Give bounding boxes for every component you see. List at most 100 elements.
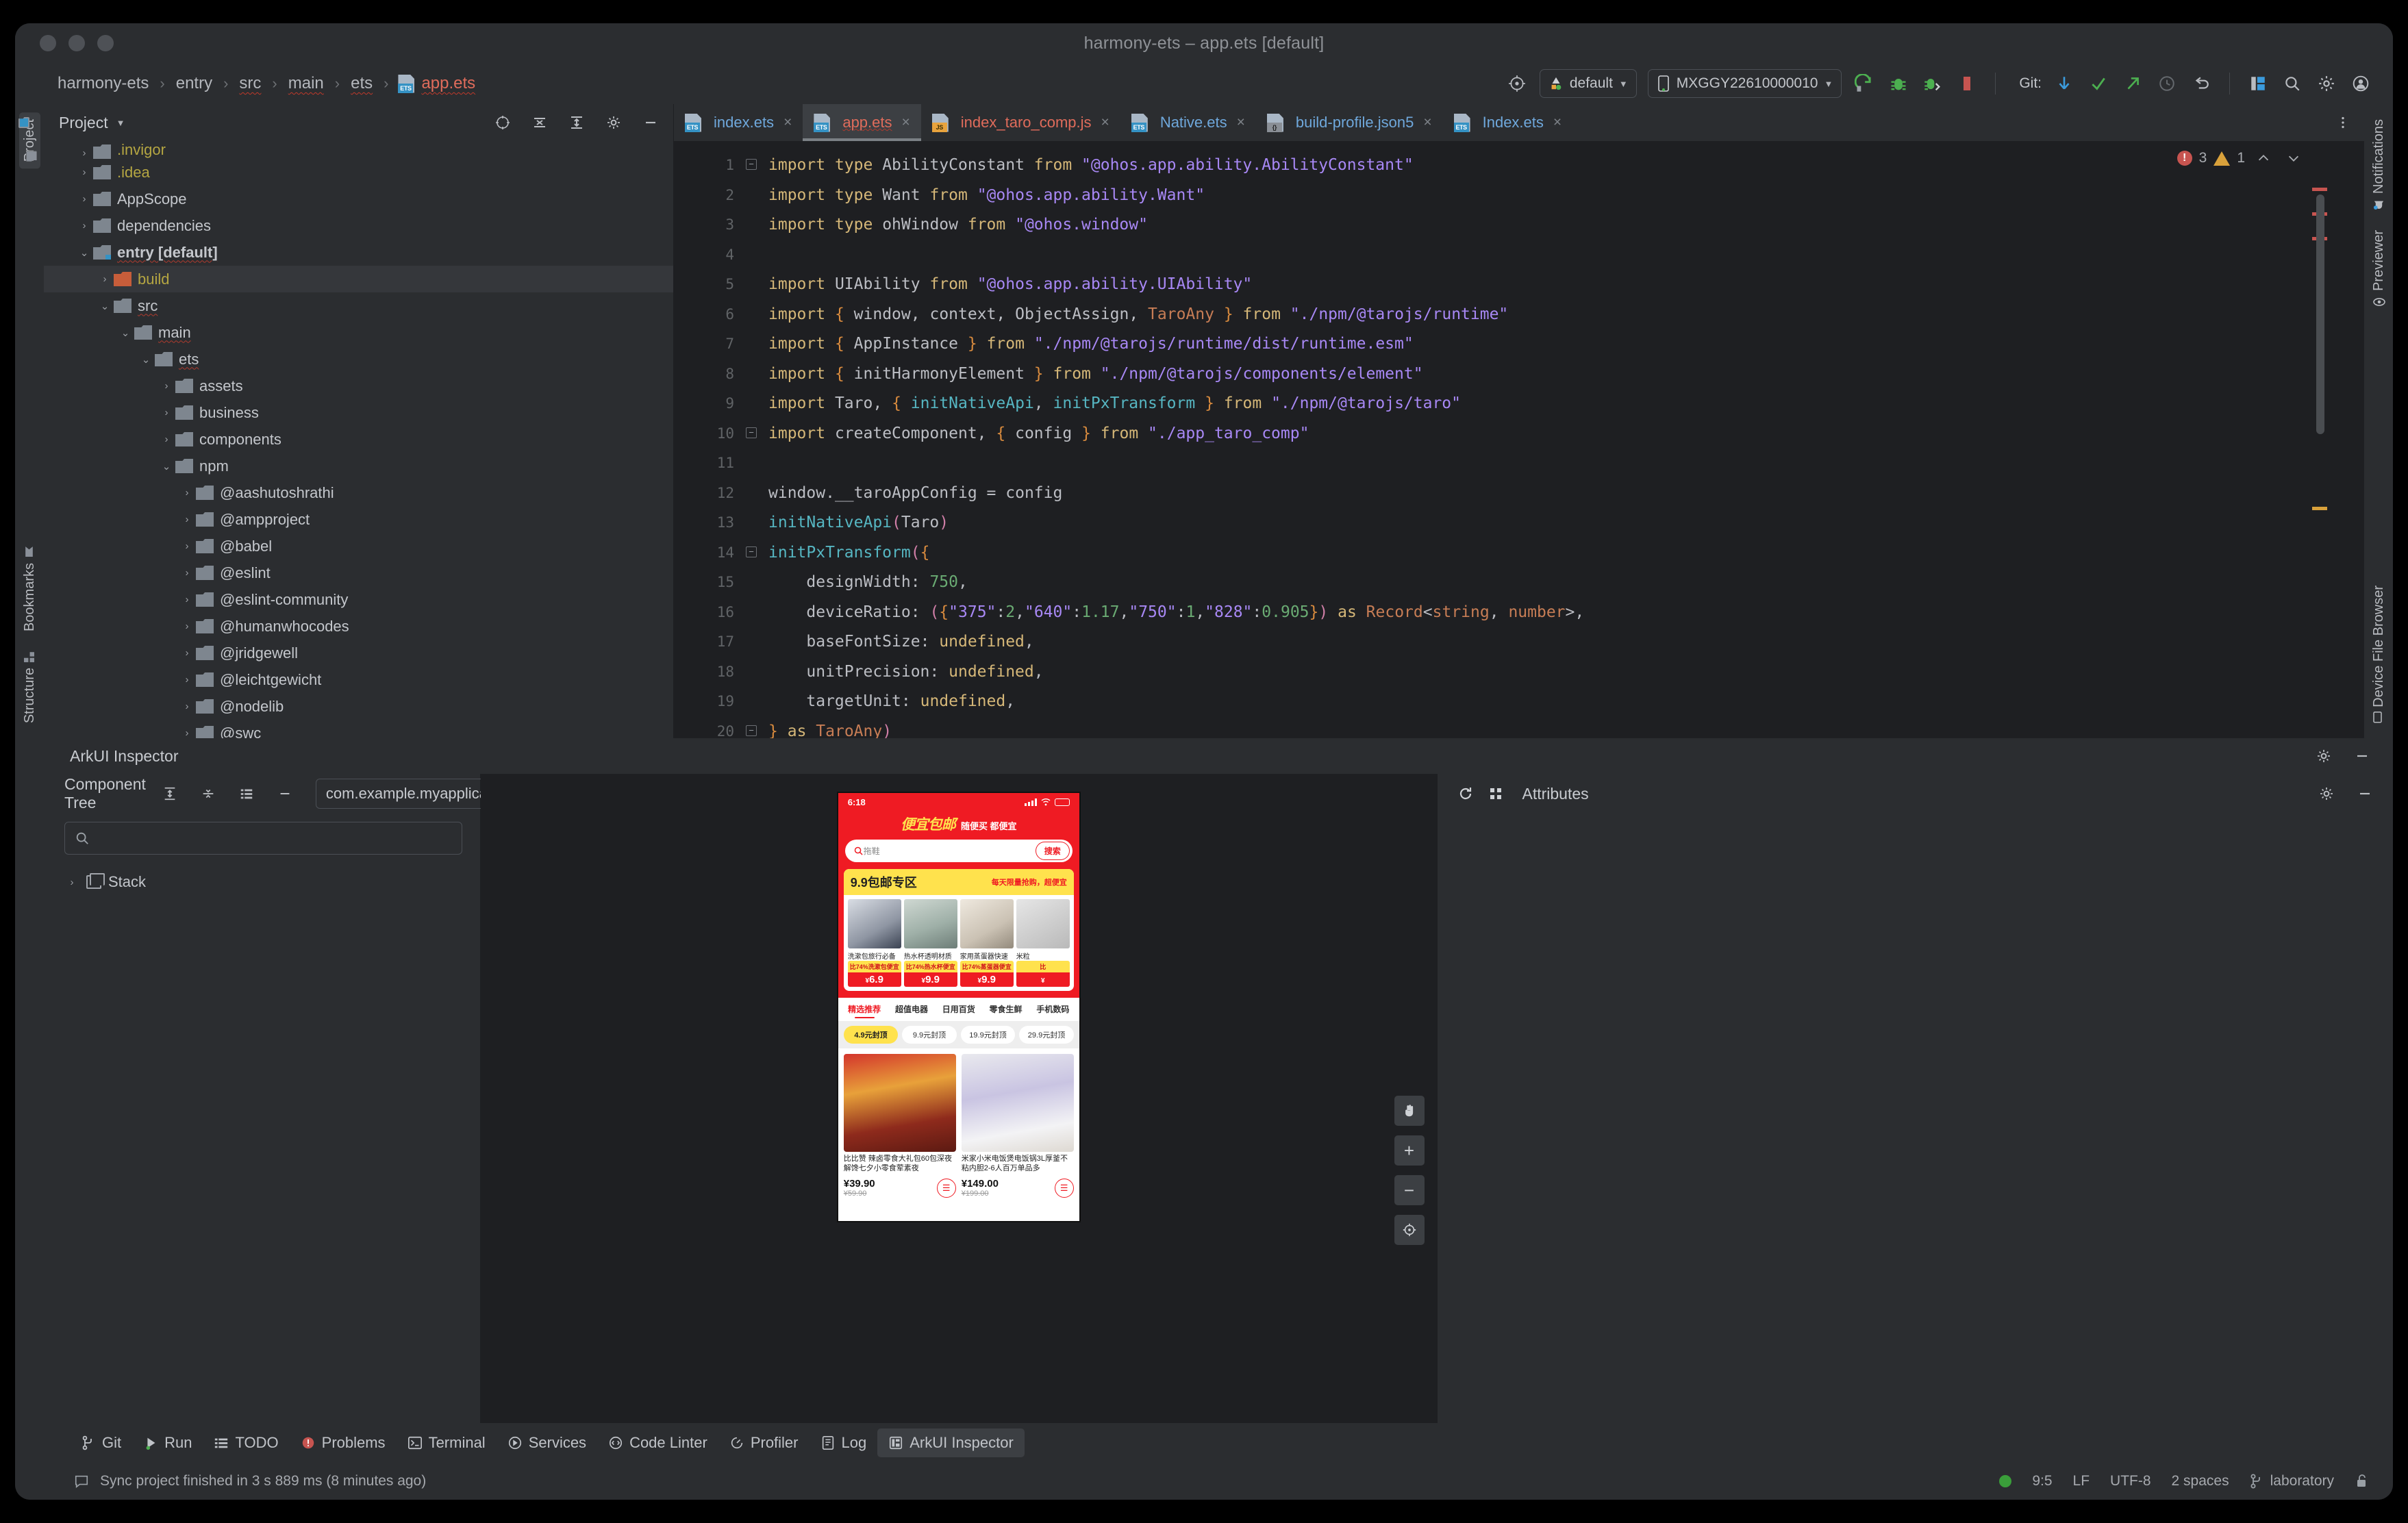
encoding[interactable]: UTF-8 bbox=[2110, 1473, 2151, 1489]
sidebar-item-notifications[interactable]: Notifications bbox=[2368, 112, 2390, 216]
close-tab-icon[interactable]: × bbox=[1423, 114, 1431, 131]
canvas-zoom-controls[interactable]: + − bbox=[1394, 1096, 1425, 1245]
attach-debugger-icon[interactable] bbox=[1921, 72, 1944, 95]
chevron-down-icon[interactable]: ⌄ bbox=[118, 327, 133, 339]
tree-item[interactable]: ›@jridgewell bbox=[44, 640, 673, 666]
tree-item[interactable]: ›assets bbox=[44, 373, 673, 399]
sidebar-item-previewer[interactable]: Previewer bbox=[2368, 223, 2390, 314]
message-icon[interactable] bbox=[70, 1470, 93, 1493]
editor-tab[interactable]: ETSNative.ets× bbox=[1120, 104, 1256, 141]
tree-item[interactable]: ›@leichtgewicht bbox=[44, 666, 673, 693]
close-tab-icon[interactable]: × bbox=[1237, 114, 1245, 131]
bottom-bar-item-run[interactable]: Run bbox=[132, 1428, 203, 1457]
tree-item-stack[interactable]: › Stack bbox=[15, 868, 480, 896]
preview-canvas[interactable]: 6:18 便宜包邮 随便买 都便宜 bbox=[481, 774, 1437, 1423]
editor-tab[interactable]: ETSIndex.ets× bbox=[1443, 104, 1573, 141]
preview-price-chip[interactable]: 9.9元封顶 bbox=[902, 1026, 957, 1044]
bottom-tool-bar[interactable]: GitRunTODOProblemsTerminalServicesCode L… bbox=[15, 1423, 2393, 1463]
fold-toggle[interactable]: − bbox=[746, 725, 757, 736]
list-icon[interactable] bbox=[235, 782, 258, 805]
tree-item[interactable]: ›@swc bbox=[44, 720, 673, 738]
editor-tab[interactable]: ETSindex.ets× bbox=[674, 104, 803, 141]
tree-item[interactable]: ›@aashutoshrathi bbox=[44, 479, 673, 506]
tree-item[interactable]: ⌄ets bbox=[44, 346, 673, 373]
preview-category-tab[interactable]: 超值电器 bbox=[895, 1003, 928, 1018]
chevron-right-icon[interactable]: › bbox=[179, 674, 195, 685]
add-to-cart-button[interactable]: ☰ bbox=[1055, 1179, 1074, 1198]
search-icon[interactable] bbox=[2281, 72, 2304, 95]
preview-price-chip[interactable]: 4.9元封顶 bbox=[844, 1026, 899, 1044]
gear-icon[interactable] bbox=[2315, 782, 2338, 805]
fold-toggle[interactable]: − bbox=[746, 427, 757, 438]
expand-icon[interactable] bbox=[565, 111, 588, 134]
component-tree-rows[interactable]: › Stack bbox=[15, 855, 480, 896]
preview-category-tabs[interactable]: 精选推荐超值电器日用百货零食生鲜手机数码 bbox=[838, 998, 1079, 1021]
chevron-down-icon[interactable] bbox=[2282, 147, 2305, 170]
editor-tab-bar[interactable]: ETSindex.ets×ETSapp.ets×JSindex_taro_com… bbox=[674, 104, 2364, 141]
minimize-icon[interactable] bbox=[2353, 782, 2376, 805]
editor-tab[interactable]: JSindex_taro_comp.js× bbox=[921, 104, 1120, 141]
bottom-bar-item-git[interactable]: Git bbox=[70, 1428, 132, 1457]
tree-item[interactable]: ›@ampproject bbox=[44, 506, 673, 533]
chevron-down-icon[interactable]: ⌄ bbox=[138, 353, 153, 366]
fit-icon[interactable] bbox=[1394, 1215, 1425, 1245]
chevron-right-icon[interactable]: › bbox=[159, 433, 174, 445]
zone-product-item[interactable]: 米粒比¥ bbox=[1016, 899, 1070, 987]
chevron-right-icon[interactable]: › bbox=[179, 647, 195, 659]
tree-item[interactable]: ›@eslint bbox=[44, 559, 673, 586]
zone-product-item[interactable]: 热水杯透明材质比74%热水杯便宜¥9.9 bbox=[904, 899, 957, 987]
chevron-down-icon[interactable]: ⌄ bbox=[97, 300, 112, 312]
account-icon[interactable] bbox=[2349, 72, 2372, 95]
sidebar-item-structure[interactable]: Structure bbox=[19, 645, 40, 730]
chevron-right-icon[interactable]: › bbox=[179, 727, 195, 738]
tree-item[interactable]: ⌄npm bbox=[44, 453, 673, 479]
component-search-field[interactable] bbox=[64, 822, 462, 855]
run-icon[interactable] bbox=[1853, 72, 1876, 95]
chevron-right-icon[interactable]: › bbox=[159, 380, 174, 392]
tree-item[interactable]: ›.idea bbox=[44, 159, 673, 186]
breadcrumb-item-3[interactable]: main bbox=[287, 74, 325, 93]
git-history-icon[interactable] bbox=[2155, 72, 2179, 95]
add-to-cart-button[interactable]: ☰ bbox=[937, 1179, 956, 1198]
chevron-right-icon[interactable]: › bbox=[179, 701, 195, 712]
preview-price-chip[interactable]: 19.9元封顶 bbox=[961, 1026, 1016, 1044]
chevron-right-icon[interactable]: › bbox=[179, 514, 195, 525]
preview-product-card[interactable]: 米家小米电饭煲电饭锅3L厚釜不粘内胆2-6人百万单品多¥149.00¥199.0… bbox=[962, 1054, 1074, 1198]
code-content[interactable]: import type AbilityConstant from "@ohos.… bbox=[760, 141, 2364, 738]
tree-item[interactable]: ›business bbox=[44, 399, 673, 426]
bottom-bar-item-profiler[interactable]: Profiler bbox=[718, 1428, 810, 1457]
tree-item[interactable]: ›AppScope bbox=[44, 186, 673, 212]
expand-all-icon[interactable] bbox=[158, 782, 181, 805]
chevron-up-icon[interactable] bbox=[2252, 147, 2275, 170]
project-tree[interactable]: ›.invigor›.idea›AppScope›dependencies⌄en… bbox=[44, 141, 673, 738]
tree-item[interactable]: ›@babel bbox=[44, 533, 673, 559]
breadcrumb-item-0[interactable]: harmony-ets bbox=[56, 74, 150, 93]
preview-price-chips[interactable]: 4.9元封顶9.9元封顶19.9元封顶29.9元封顶 bbox=[838, 1021, 1079, 1048]
collapse-all-icon[interactable] bbox=[528, 111, 551, 134]
more-vertical-icon[interactable] bbox=[2331, 111, 2355, 134]
grid-icon[interactable] bbox=[1484, 782, 1507, 805]
sidebar-item-device-file-browser[interactable]: Device File Browser bbox=[2368, 579, 2390, 730]
chevron-right-icon[interactable]: › bbox=[179, 487, 195, 499]
preview-category-tab[interactable]: 精选推荐 bbox=[848, 1003, 881, 1018]
undo-icon[interactable] bbox=[2190, 72, 2213, 95]
bottom-bar-item-terminal[interactable]: Terminal bbox=[397, 1428, 497, 1457]
tree-item[interactable]: ›build bbox=[44, 266, 673, 292]
editor-vertical-scrollbar[interactable] bbox=[2316, 194, 2324, 434]
tree-item[interactable]: ⌄main bbox=[44, 319, 673, 346]
target-icon[interactable] bbox=[491, 111, 514, 134]
chevron-right-icon[interactable]: › bbox=[179, 567, 195, 579]
zone-product-grid[interactable]: 洗漱包旅行必备比74%洗漱包便宜¥6.9热水杯透明材质比74%热水杯便宜¥9.9… bbox=[844, 895, 1074, 991]
bottom-bar-item-problems[interactable]: Problems bbox=[290, 1428, 397, 1457]
run-configuration-selector[interactable]: default ▼ bbox=[1540, 69, 1637, 98]
chevron-right-icon[interactable]: › bbox=[179, 620, 195, 632]
indent-setting[interactable]: 2 spaces bbox=[2172, 1473, 2229, 1489]
tree-item[interactable]: ›.invigor bbox=[44, 144, 673, 159]
minimize-icon[interactable] bbox=[2350, 744, 2374, 768]
chevron-right-icon[interactable]: › bbox=[159, 407, 174, 418]
fold-toggle[interactable]: − bbox=[746, 159, 757, 170]
tree-item[interactable]: ›components bbox=[44, 426, 673, 453]
lock-icon[interactable] bbox=[2355, 1474, 2368, 1489]
tree-item[interactable]: ›@humanwhocodes bbox=[44, 613, 673, 640]
bottom-bar-item-log[interactable]: Log bbox=[810, 1428, 878, 1457]
